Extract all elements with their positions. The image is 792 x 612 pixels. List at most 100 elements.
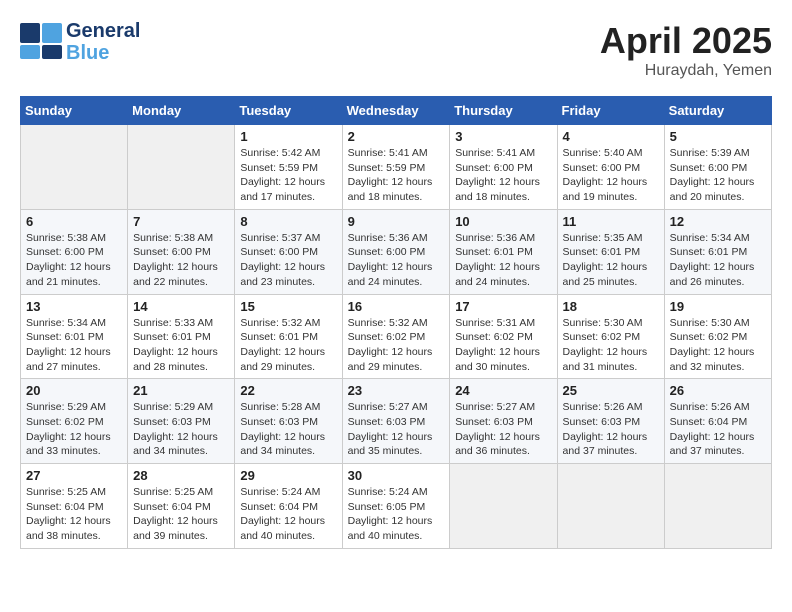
- day-number: 9: [348, 214, 445, 229]
- day-info: Sunrise: 5:35 AMSunset: 6:01 PMDaylight:…: [563, 231, 659, 290]
- day-number: 12: [670, 214, 766, 229]
- calendar-cell: [664, 464, 771, 549]
- day-info: Sunrise: 5:27 AMSunset: 6:03 PMDaylight:…: [455, 400, 551, 459]
- day-number: 24: [455, 383, 551, 398]
- day-number: 10: [455, 214, 551, 229]
- calendar-cell: 15 Sunrise: 5:32 AMSunset: 6:01 PMDayligh…: [235, 294, 342, 379]
- day-info: Sunrise: 5:36 AMSunset: 6:00 PMDaylight:…: [348, 231, 445, 290]
- calendar-week-5: 27 Sunrise: 5:25 AMSunset: 6:04 PMDayligh…: [21, 464, 772, 549]
- day-info: Sunrise: 5:36 AMSunset: 6:01 PMDaylight:…: [455, 231, 551, 290]
- calendar-cell: 3 Sunrise: 5:41 AMSunset: 6:00 PMDaylight…: [450, 125, 557, 210]
- day-info: Sunrise: 5:34 AMSunset: 6:01 PMDaylight:…: [670, 231, 766, 290]
- day-number: 1: [240, 129, 336, 144]
- day-info: Sunrise: 5:24 AMSunset: 6:04 PMDaylight:…: [240, 485, 336, 544]
- day-info: Sunrise: 5:41 AMSunset: 5:59 PMDaylight:…: [348, 146, 445, 205]
- calendar-table: SundayMondayTuesdayWednesdayThursdayFrid…: [20, 96, 772, 549]
- calendar-cell: 8 Sunrise: 5:37 AMSunset: 6:00 PMDaylight…: [235, 209, 342, 294]
- day-info: Sunrise: 5:42 AMSunset: 5:59 PMDaylight:…: [240, 146, 336, 205]
- column-header-saturday: Saturday: [664, 97, 771, 125]
- calendar-cell: 12 Sunrise: 5:34 AMSunset: 6:01 PMDayligh…: [664, 209, 771, 294]
- day-number: 7: [133, 214, 229, 229]
- calendar-cell: 11 Sunrise: 5:35 AMSunset: 6:01 PMDayligh…: [557, 209, 664, 294]
- day-info: Sunrise: 5:32 AMSunset: 6:01 PMDaylight:…: [240, 316, 336, 375]
- calendar-cell: [21, 125, 128, 210]
- calendar-cell: [450, 464, 557, 549]
- day-number: 20: [26, 383, 122, 398]
- day-info: Sunrise: 5:29 AMSunset: 6:02 PMDaylight:…: [26, 400, 122, 459]
- calendar-cell: [128, 125, 235, 210]
- day-number: 4: [563, 129, 659, 144]
- location-title: Huraydah, Yemen: [600, 62, 772, 80]
- day-number: 29: [240, 468, 336, 483]
- calendar-week-2: 6Sunrise: 5:38 AMSunset: 6:00 PMDaylight…: [21, 209, 772, 294]
- calendar-cell: 21 Sunrise: 5:29 AMSunset: 6:03 PMDayligh…: [128, 379, 235, 464]
- day-info: Sunrise: 5:32 AMSunset: 6:02 PMDaylight:…: [348, 316, 445, 375]
- day-number: 3: [455, 129, 551, 144]
- day-info: Sunrise: 5:34 AMSunset: 6:01 PMDaylight:…: [26, 316, 122, 375]
- calendar-cell: 5 Sunrise: 5:39 AMSunset: 6:00 PMDaylight…: [664, 125, 771, 210]
- day-info: Sunrise: 5:41 AMSunset: 6:00 PMDaylight:…: [455, 146, 551, 205]
- day-number: 28: [133, 468, 229, 483]
- calendar-cell: 24 Sunrise: 5:27 AMSunset: 6:03 PMDayligh…: [450, 379, 557, 464]
- column-header-wednesday: Wednesday: [342, 97, 450, 125]
- month-title: April 2025: [600, 20, 772, 62]
- calendar-cell: 19 Sunrise: 5:30 AMSunset: 6:02 PMDayligh…: [664, 294, 771, 379]
- day-number: 21: [133, 383, 229, 398]
- day-number: 25: [563, 383, 659, 398]
- day-number: 13: [26, 299, 122, 314]
- day-info: Sunrise: 5:25 AMSunset: 6:04 PMDaylight:…: [26, 485, 122, 544]
- day-info: Sunrise: 5:29 AMSunset: 6:03 PMDaylight:…: [133, 400, 229, 459]
- day-number: 2: [348, 129, 445, 144]
- day-number: 30: [348, 468, 445, 483]
- calendar-cell: 30 Sunrise: 5:24 AMSunset: 6:05 PMDayligh…: [342, 464, 450, 549]
- calendar-cell: 13 Sunrise: 5:34 AMSunset: 6:01 PMDayligh…: [21, 294, 128, 379]
- column-header-friday: Friday: [557, 97, 664, 125]
- day-number: 11: [563, 214, 659, 229]
- day-number: 19: [670, 299, 766, 314]
- day-info: Sunrise: 5:30 AMSunset: 6:02 PMDaylight:…: [563, 316, 659, 375]
- calendar-cell: 26Sunrise: 5:26 AMSunset: 6:04 PMDayligh…: [664, 379, 771, 464]
- calendar-cell: 1 Sunrise: 5:42 AMSunset: 5:59 PMDaylight…: [235, 125, 342, 210]
- logo-text-blue: Blue: [66, 42, 140, 64]
- calendar-cell: 28 Sunrise: 5:25 AMSunset: 6:04 PMDayligh…: [128, 464, 235, 549]
- calendar-cell: 17Sunrise: 5:31 AMSunset: 6:02 PMDayligh…: [450, 294, 557, 379]
- logo-icon: [20, 23, 64, 61]
- column-header-sunday: Sunday: [21, 97, 128, 125]
- calendar-cell: 27 Sunrise: 5:25 AMSunset: 6:04 PMDayligh…: [21, 464, 128, 549]
- logo: General Blue: [20, 20, 140, 64]
- day-info: Sunrise: 5:30 AMSunset: 6:02 PMDaylight:…: [670, 316, 766, 375]
- calendar-cell: 4Sunrise: 5:40 AMSunset: 6:00 PMDaylight…: [557, 125, 664, 210]
- day-info: Sunrise: 5:27 AMSunset: 6:03 PMDaylight:…: [348, 400, 445, 459]
- day-info: Sunrise: 5:25 AMSunset: 6:04 PMDaylight:…: [133, 485, 229, 544]
- day-info: Sunrise: 5:37 AMSunset: 6:00 PMDaylight:…: [240, 231, 336, 290]
- column-header-monday: Monday: [128, 97, 235, 125]
- day-info: Sunrise: 5:39 AMSunset: 6:00 PMDaylight:…: [670, 146, 766, 205]
- day-number: 27: [26, 468, 122, 483]
- day-number: 14: [133, 299, 229, 314]
- calendar-cell: 29 Sunrise: 5:24 AMSunset: 6:04 PMDayligh…: [235, 464, 342, 549]
- calendar-cell: 14 Sunrise: 5:33 AMSunset: 6:01 PMDayligh…: [128, 294, 235, 379]
- calendar-cell: 9 Sunrise: 5:36 AMSunset: 6:00 PMDaylight…: [342, 209, 450, 294]
- day-info: Sunrise: 5:26 AMSunset: 6:04 PMDaylight:…: [670, 400, 766, 459]
- calendar-cell: 20 Sunrise: 5:29 AMSunset: 6:02 PMDayligh…: [21, 379, 128, 464]
- calendar-cell: 2 Sunrise: 5:41 AMSunset: 5:59 PMDaylight…: [342, 125, 450, 210]
- day-info: Sunrise: 5:28 AMSunset: 6:03 PMDaylight:…: [240, 400, 336, 459]
- day-info: Sunrise: 5:33 AMSunset: 6:01 PMDaylight:…: [133, 316, 229, 375]
- calendar-cell: 7Sunrise: 5:38 AMSunset: 6:00 PMDaylight…: [128, 209, 235, 294]
- day-number: 18: [563, 299, 659, 314]
- day-info: Sunrise: 5:24 AMSunset: 6:05 PMDaylight:…: [348, 485, 445, 544]
- calendar-cell: [557, 464, 664, 549]
- day-info: Sunrise: 5:38 AMSunset: 6:00 PMDaylight:…: [26, 231, 122, 290]
- header-row: SundayMondayTuesdayWednesdayThursdayFrid…: [21, 97, 772, 125]
- column-header-thursday: Thursday: [450, 97, 557, 125]
- calendar-cell: 22Sunrise: 5:28 AMSunset: 6:03 PMDayligh…: [235, 379, 342, 464]
- day-number: 5: [670, 129, 766, 144]
- calendar-cell: 18 Sunrise: 5:30 AMSunset: 6:02 PMDayligh…: [557, 294, 664, 379]
- day-number: 16: [348, 299, 445, 314]
- calendar-cell: 25Sunrise: 5:26 AMSunset: 6:03 PMDayligh…: [557, 379, 664, 464]
- title-block: April 2025 Huraydah, Yemen: [600, 20, 772, 80]
- day-number: 15: [240, 299, 336, 314]
- day-number: 8: [240, 214, 336, 229]
- day-number: 23: [348, 383, 445, 398]
- day-number: 17: [455, 299, 551, 314]
